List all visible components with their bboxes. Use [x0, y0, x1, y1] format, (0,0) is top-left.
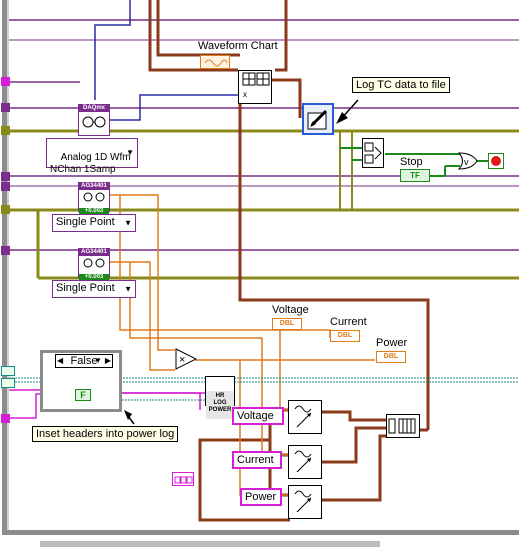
voltage-indicator-label: Voltage [272, 304, 309, 316]
dropdown-arrow-icon: ▼ [126, 148, 134, 157]
log-tc-comment: Log TC data to file [352, 77, 450, 93]
shift-register-left-4[interactable] [1, 172, 10, 181]
current-indicator[interactable]: DBL [330, 330, 360, 342]
shift-register-left-2[interactable] [1, 103, 10, 112]
multiply-function[interactable]: × [175, 348, 198, 370]
loop-stop-condition[interactable] [488, 153, 504, 169]
glasses-icon [83, 192, 105, 202]
waveform-icon [204, 59, 228, 67]
hr-log-power-text: HR LOG POWER [206, 391, 234, 419]
ag34401-read-vi-2[interactable]: AG34401 +0.003 [78, 248, 110, 281]
inset-headers-comment: Inset headers into power log [32, 426, 179, 442]
write-file-vi-2[interactable] [288, 445, 322, 479]
case-selector-left-icon: ◀ [57, 356, 64, 365]
or-gate-icon: v [457, 152, 478, 170]
daqmx-read-vi[interactable]: DAQmx [78, 104, 110, 136]
shift-register-left-10[interactable] [1, 414, 10, 423]
waveform-chart-label: Waveform Chart [198, 40, 278, 52]
waveform-icon [294, 490, 312, 513]
single-point-selector-2[interactable]: Single Point ▼ [52, 280, 136, 298]
power-indicator[interactable]: DBL [376, 351, 406, 363]
stop-button-terminal[interactable]: TF [400, 169, 430, 182]
ag34401-read-vi-1[interactable]: AG34401 +0.003 [78, 182, 110, 215]
or-function[interactable]: v [457, 152, 478, 170]
grid-icon [388, 418, 416, 434]
bundle-constant[interactable] [172, 472, 194, 486]
block-diagram: Waveform Chart x Log TC data to file DAQ… [0, 0, 519, 549]
multiply-icon: × [175, 348, 198, 370]
shift-register-left-9[interactable] [1, 378, 15, 388]
shift-register-left-6[interactable] [1, 205, 10, 214]
case-selector-right-icon: ▶ [104, 356, 111, 365]
pencil-icon [307, 109, 328, 130]
false-constant-text: F [80, 390, 86, 400]
ag34401-icon-text: AG34401 [79, 183, 109, 190]
build-waveform-node[interactable]: x [238, 70, 272, 104]
shift-register-left-8[interactable] [1, 366, 15, 376]
waveform-icon [294, 450, 312, 473]
shift-register-left-5[interactable] [1, 182, 10, 191]
write-file-vi-1[interactable] [288, 400, 322, 434]
grid-icon: x [242, 72, 270, 99]
svg-text:x: x [243, 90, 247, 99]
dropdown-arrow-icon: ▼ [124, 284, 132, 294]
single-point-text-2: Single Point [56, 282, 115, 294]
dropdown-arrow-icon: ▼ [124, 218, 132, 228]
daqmx-icon-text: DAQmx [79, 105, 109, 112]
write-file-vi-3[interactable] [288, 485, 322, 519]
log-tc-file-vi[interactable] [302, 103, 334, 135]
single-point-text-1: Single Point [56, 216, 115, 228]
power-bundle-label: Power [240, 488, 282, 506]
waveform-chart-terminal[interactable] [200, 55, 230, 69]
ag34401-icon-text: AG34401 [79, 249, 109, 256]
build-array-icon [364, 142, 382, 164]
current-indicator-label: Current [330, 316, 367, 328]
build-array-node[interactable] [362, 138, 384, 168]
shift-register-left-1[interactable] [1, 77, 10, 86]
stop-control-text: TF [410, 171, 420, 180]
single-point-selector-1[interactable]: Single Point ▼ [52, 214, 136, 232]
dbl-tag: DBL [383, 353, 399, 360]
svg-text:v: v [464, 157, 469, 167]
waveform-icon [294, 405, 312, 428]
case-structure[interactable]: ◀ False ▼ ▶ F [40, 350, 122, 412]
stop-sign-icon [491, 156, 501, 166]
stop-label: Stop [400, 156, 423, 168]
dbl-tag: DBL [279, 320, 295, 327]
glasses-icon [83, 258, 105, 268]
false-constant[interactable]: F [75, 389, 91, 401]
voltage-bundle-label: Voltage [232, 407, 284, 425]
dbl-tag: DBL [337, 332, 353, 339]
current-bundle-label: Current [232, 451, 282, 469]
power-indicator-label: Power [376, 337, 408, 349]
build-array-node-2[interactable] [386, 414, 420, 438]
case-selector[interactable]: ◀ False ▼ ▶ [55, 354, 113, 368]
daqmx-read-mode-selector[interactable]: Analog 1D Wfm NChan 1Samp ▼ [46, 138, 138, 175]
shift-register-left-7[interactable] [1, 246, 10, 255]
shift-register-left-3[interactable] [1, 126, 10, 135]
cluster-icon [174, 476, 193, 484]
voltage-indicator[interactable]: DBL [272, 318, 302, 330]
chevron-down-icon: ▼ [94, 356, 102, 365]
svg-text:×: × [179, 354, 185, 366]
glasses-icon [82, 116, 106, 128]
hr-log-power-vi[interactable]: HR LOG POWER [205, 376, 235, 419]
